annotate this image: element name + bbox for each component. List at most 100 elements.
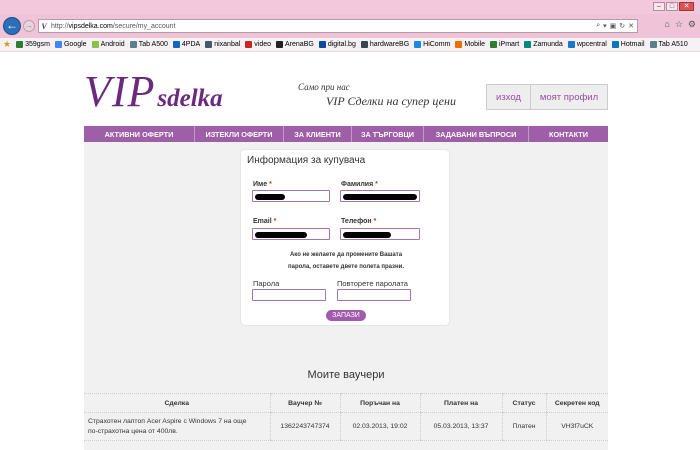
user-menu: изход моят профил [486,84,608,110]
main-content: Информация за купувача Име * Фамилия * E… [84,142,608,450]
last-name-field[interactable] [340,190,420,202]
favorites-star-icon[interactable]: ☆ [675,19,683,30]
password-note-line-1: Ако не желаете да промените Вашата [289,252,403,258]
favorite-item[interactable]: Tab A500 [129,41,168,48]
first-name-field[interactable] [252,190,330,202]
dropdown-icon[interactable]: ▾ [603,22,607,30]
logout-button[interactable]: изход [487,85,531,109]
favorite-site-icon [245,41,253,48]
password-note-line-2: парола, оставете двете полета празни. [288,264,404,270]
password-note: Ако не желаете да промените Вашата парол… [261,249,431,273]
cell-voucher-no: 1362243747374 [269,412,340,441]
url-path: /secure/my_account [112,22,176,30]
forward-button[interactable]: → [23,20,35,32]
nav-active-offers[interactable]: АКТИВНИ ОФЕРТИ [84,126,195,142]
favorite-item[interactable]: 359gsm [16,41,50,48]
favorite-site-icon [567,41,575,48]
favorite-label: HiComm [423,41,451,48]
favorite-label: digital.bg [327,41,356,48]
favorite-item[interactable]: wpcentral [567,41,607,48]
cell-ordered-on: 02.03.2013, 19:02 [339,412,420,441]
url-domain: vipsdelka.com [68,22,113,30]
minimize-button[interactable]: – [653,2,665,11]
favorite-item[interactable]: Tab A510 [649,41,688,48]
email-field[interactable] [252,228,330,240]
favorite-item[interactable]: hardwareBG [360,41,410,48]
redacted-mark [255,232,307,238]
favorite-site-icon [276,41,284,48]
nav-for-merchants[interactable]: ЗА ТЪРГОВЦИ [352,126,424,142]
password-repeat-label: Повторете паролата [337,279,408,288]
favorite-label: hardwareBG [369,41,410,48]
favorite-label: Zamunda [533,41,563,48]
favorites-bar-star-icon[interactable]: ★ [3,39,11,50]
nav-contacts[interactable]: КОНТАКТИ [529,126,608,142]
favorite-label: Android [100,41,125,48]
favorite-site-icon [318,41,326,48]
save-button[interactable]: ЗАПАЗИ [326,310,366,321]
redacted-mark [343,232,391,238]
cell-deal[interactable]: Страхотен лаптоп Acer Aspire с Windows 7… [84,412,270,441]
nav-faq[interactable]: ЗАДАВАНИ ВЪПРОСИ [424,126,529,142]
favorite-label: wpcentral [576,41,607,48]
window-titlebar: – □ ✕ [0,0,700,14]
url-prefix: http:// [51,22,69,30]
close-button[interactable]: ✕ [679,2,694,11]
favorite-item[interactable]: 4PDA [172,41,200,48]
stop-icon[interactable]: ✕ [628,22,634,30]
gear-icon[interactable]: ⚙ [688,19,696,30]
logo-vip: VIP [84,67,156,116]
favorite-site-icon [524,41,532,48]
favorite-site-icon [649,41,657,48]
site-favicon-icon: V [41,21,47,31]
col-status: Статус [501,393,546,413]
favorite-item[interactable]: Mobile [455,41,485,48]
favorite-item[interactable]: Android [91,41,125,48]
favorite-label: Tab A500 [138,41,168,48]
favorite-item[interactable]: video [245,41,271,48]
last-name-label: Фамилия * [341,181,378,188]
tagline-line-2: VIP Сделки на супер цени [326,94,456,108]
favorite-site-icon [129,41,137,48]
email-label: Email * [253,218,277,225]
password-label: Парола [253,279,280,288]
browser-tools: ⌂ ☆ ⚙ [664,19,696,30]
favorite-site-icon [611,41,619,48]
phone-field[interactable] [340,228,420,240]
refresh-icon[interactable]: ↻ [619,22,625,30]
col-ordered-on: Поръчан на [339,393,420,413]
favorite-label: 359gsm [25,41,50,48]
table-row: Страхотен лаптоп Acer Aspire с Windows 7… [84,412,608,441]
favorite-item[interactable]: digital.bg [318,41,356,48]
password-field[interactable] [252,289,326,301]
compatibility-icon[interactable]: ▣ [610,22,617,30]
nav-expired-offers[interactable]: ИЗТЕКЛИ ОФЕРТИ [195,126,284,142]
favorite-site-icon [91,41,99,48]
favorite-label: video [254,41,272,48]
browser-navbar: ← → V http://vipsdelka.com/secure/my_acc… [0,14,700,38]
maximize-button[interactable]: □ [666,2,678,11]
favorite-item[interactable]: iPmart [490,41,519,48]
favorite-item[interactable]: Zamunda [524,41,563,48]
redacted-mark [255,194,285,200]
favorite-item[interactable]: Google [54,41,87,48]
back-button[interactable]: ← [3,17,21,35]
site-logo[interactable]: VIP sdelka [84,66,223,117]
phone-label: Телефон * [341,218,377,225]
nav-for-clients[interactable]: ЗА КЛИЕНТИ [284,126,352,142]
first-name-label: Име * [253,181,272,188]
password-repeat-field[interactable] [337,289,411,301]
col-paid-on: Платен на [419,393,502,413]
home-icon[interactable]: ⌂ [664,19,669,30]
favorite-label: Google [63,41,87,48]
favorite-item[interactable]: ArenaBG [276,41,314,48]
search-icon[interactable]: ⌕ [596,22,600,30]
col-secret-code: Секретен код [545,393,608,413]
favorite-item[interactable]: HiComm [414,41,450,48]
favorite-item[interactable]: Hotmail [611,41,645,48]
favorite-item[interactable]: nixanbal [205,41,240,48]
my-profile-button[interactable]: моят профил [531,85,607,109]
main-nav: АКТИВНИ ОФЕРТИ ИЗТЕКЛИ ОФЕРТИ ЗА КЛИЕНТИ… [84,126,608,142]
address-bar[interactable]: V http://vipsdelka.com/secure/my_account… [38,19,638,33]
favorites-list: 359gsm Google Android Tab A500 4PDA nixanbal v… [16,41,688,48]
